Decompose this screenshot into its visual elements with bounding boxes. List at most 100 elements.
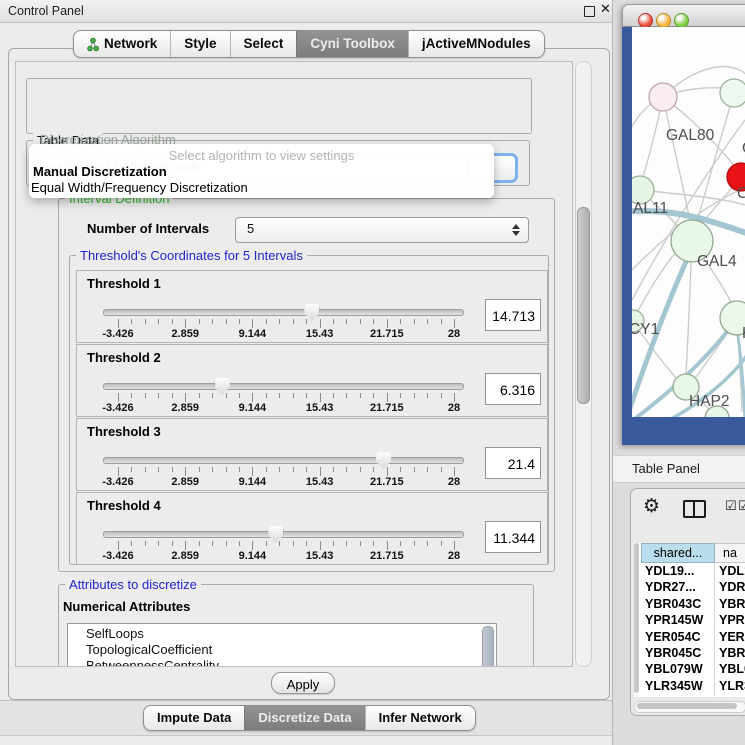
- scroll-panel: Discretization Algorithm Select algorith…: [15, 61, 573, 667]
- threshold-slider-track[interactable]: [103, 531, 464, 538]
- content-frame: Discretization Algorithm Select algorith…: [8, 48, 610, 700]
- table-row[interactable]: YPR145WYPR1: [641, 613, 745, 629]
- slider-tick-labels: -3.4262.8599.14415.4321.71528: [77, 328, 547, 340]
- algorithm-popup-item-equal-width[interactable]: Equal Width/Frequency Discretization: [31, 180, 248, 195]
- tab-infer-network[interactable]: Infer Network: [365, 706, 475, 730]
- threshold-box-4: Threshold 4 -3.4262.8599.14415.4321.7152…: [76, 492, 548, 565]
- table-row[interactable]: YBL079WYBL0: [641, 662, 745, 678]
- attributes-group: Attributes to discretize Numerical Attri…: [58, 584, 534, 667]
- number-of-intervals-value: 5: [247, 218, 254, 240]
- network-canvas[interactable]: GAL80GACGAL11GAL4GCY1HHAP2: [632, 27, 745, 417]
- table-row[interactable]: YBR043CYBR0: [641, 597, 745, 613]
- tab-discretize-data[interactable]: Discretize Data: [244, 706, 364, 730]
- column-header-shared-name[interactable]: shared...: [641, 543, 715, 563]
- slider-tick-labels: -3.4262.8599.14415.4321.71528: [77, 550, 547, 562]
- cell-shared-name[interactable]: YLR345W: [641, 679, 715, 695]
- node-label: GAL4: [697, 253, 737, 270]
- bottom-tab-bar: Impute DataDiscretize Data Infer Network: [143, 705, 476, 731]
- cell-name[interactable]: YPR1: [715, 613, 745, 629]
- attribute-item[interactable]: BetweennessCentrality: [86, 658, 496, 667]
- threshold-value-field[interactable]: 14.713: [485, 299, 541, 331]
- float-icon[interactable]: [584, 6, 595, 17]
- table-hscroll-thumb[interactable]: [637, 703, 737, 709]
- cell-name[interactable]: YIL0: [715, 695, 745, 697]
- table-row[interactable]: YBR045CYBR0: [641, 646, 745, 662]
- checkbox-icon[interactable]: ☑: [725, 499, 737, 514]
- application: Control Panel ✕ Network StyleSelectCyni T…: [0, 0, 745, 745]
- node-label: GAL11: [632, 200, 668, 217]
- table-horizontal-scrollbar[interactable]: [634, 701, 745, 713]
- tab-label: Network: [104, 32, 157, 56]
- thresholds-coordinates-group: Threshold's Coordinates for 5 Intervals …: [69, 255, 549, 565]
- cell-shared-name[interactable]: YIL052C: [641, 695, 715, 697]
- cell-name[interactable]: YLR3: [715, 679, 745, 695]
- cell-shared-name[interactable]: YPR145W: [641, 613, 715, 629]
- top-tab-bar: Network StyleSelectCyni ToolboxjActiveMNo…: [73, 30, 545, 58]
- table-row[interactable]: YIL052CYIL0: [641, 695, 745, 697]
- cell-shared-name[interactable]: YBL079W: [641, 662, 715, 678]
- network-window-titlebar: [622, 4, 745, 27]
- table-row[interactable]: YLR345WYLR3: [641, 679, 745, 695]
- threshold-value-field[interactable]: 21.4: [485, 447, 541, 479]
- right-column: GAL80GACGAL11GAL4GCY1HHAP2 Table Panel ⚙…: [613, 0, 745, 745]
- cell-shared-name[interactable]: YER054C: [641, 630, 715, 646]
- zoom-traffic-light[interactable]: [674, 13, 689, 28]
- close-icon[interactable]: ✕: [600, 2, 611, 17]
- numerical-attributes-heading: Numerical Attributes: [63, 599, 190, 614]
- number-of-intervals-combo[interactable]: 5: [235, 217, 529, 243]
- cell-name[interactable]: YDL1: [715, 564, 745, 580]
- threshold-box-3: Threshold 3 -3.4262.8599.14415.4321.7152…: [76, 418, 548, 491]
- apply-button[interactable]: Apply: [271, 672, 335, 694]
- tab-jactivemnodules[interactable]: jActiveMNodules: [408, 31, 544, 57]
- cell-name[interactable]: YBR0: [715, 646, 745, 662]
- attributes-scrollbar[interactable]: [482, 626, 494, 667]
- cell-shared-name[interactable]: YDR27...: [641, 580, 715, 596]
- split-columns-icon[interactable]: [683, 500, 706, 518]
- settings-gear-icon[interactable]: ⚙: [643, 495, 660, 517]
- algorithm-popup-item-manual[interactable]: Manual Discretization: [33, 164, 167, 179]
- cell-shared-name[interactable]: YDL19...: [641, 564, 715, 580]
- table-row[interactable]: YDL19...YDL1: [641, 564, 745, 580]
- cell-shared-name[interactable]: YBR045C: [641, 646, 715, 662]
- interval-definition-group: Interval Definition Number of Intervals …: [58, 198, 555, 572]
- cell-shared-name[interactable]: YBR043C: [641, 597, 715, 613]
- threshold-slider-track[interactable]: [103, 309, 464, 316]
- tab-style[interactable]: Style: [170, 31, 229, 57]
- attribute-item[interactable]: SelfLoops: [86, 626, 496, 642]
- tab-network[interactable]: Network: [74, 31, 170, 57]
- checkbox-icon[interactable]: ☑: [738, 499, 745, 514]
- network-window-body: GAL80GACGAL11GAL4GCY1HHAP2: [622, 27, 745, 445]
- threshold-box-2: Threshold 2 -3.4262.8599.14415.4321.7152…: [76, 344, 548, 417]
- numerical-attributes-list[interactable]: SelfLoopsTopologicalCoefficientBetweenne…: [67, 623, 497, 667]
- node-label: C: [737, 185, 745, 202]
- panel-title: Control Panel: [8, 4, 84, 18]
- table-row[interactable]: YER054CYER0: [641, 630, 745, 646]
- vertical-scrollbar[interactable]: [575, 61, 592, 667]
- network-node[interactable]: [649, 83, 677, 111]
- attributes-title: Attributes to discretize: [65, 577, 201, 592]
- threshold-value-field[interactable]: 6.316: [485, 373, 541, 405]
- tab-cyni-toolbox[interactable]: Cyni Toolbox: [296, 31, 408, 57]
- table-row[interactable]: YDR27...YDR2: [641, 580, 745, 596]
- threshold-slider-track[interactable]: [103, 457, 464, 464]
- tab-label: Infer Network: [379, 707, 462, 729]
- cell-name[interactable]: YDR2: [715, 580, 745, 596]
- attribute-item[interactable]: TopologicalCoefficient: [86, 642, 496, 658]
- discretization-algorithm-group: [26, 78, 532, 134]
- cell-name[interactable]: YBR0: [715, 597, 745, 613]
- cell-name[interactable]: YBL0: [715, 662, 745, 678]
- node-label: GAL80: [666, 127, 715, 144]
- network-node[interactable]: [720, 79, 745, 107]
- cell-name[interactable]: YER0: [715, 630, 745, 646]
- close-traffic-light[interactable]: [638, 13, 653, 28]
- control-panel-titlebar: Control Panel ✕: [0, 0, 612, 23]
- tab-impute-data[interactable]: Impute Data: [144, 706, 244, 730]
- minimize-traffic-light[interactable]: [656, 13, 671, 28]
- table-panel-title: Table Panel: [632, 461, 700, 476]
- vertical-scrollbar-thumb[interactable]: [577, 207, 590, 404]
- tab-select[interactable]: Select: [230, 31, 297, 57]
- column-header-name[interactable]: na: [715, 543, 745, 563]
- threshold-slider-track[interactable]: [103, 383, 464, 390]
- table-panel-header: Table Panel: [613, 455, 745, 483]
- threshold-value-field[interactable]: 11.344: [485, 521, 541, 553]
